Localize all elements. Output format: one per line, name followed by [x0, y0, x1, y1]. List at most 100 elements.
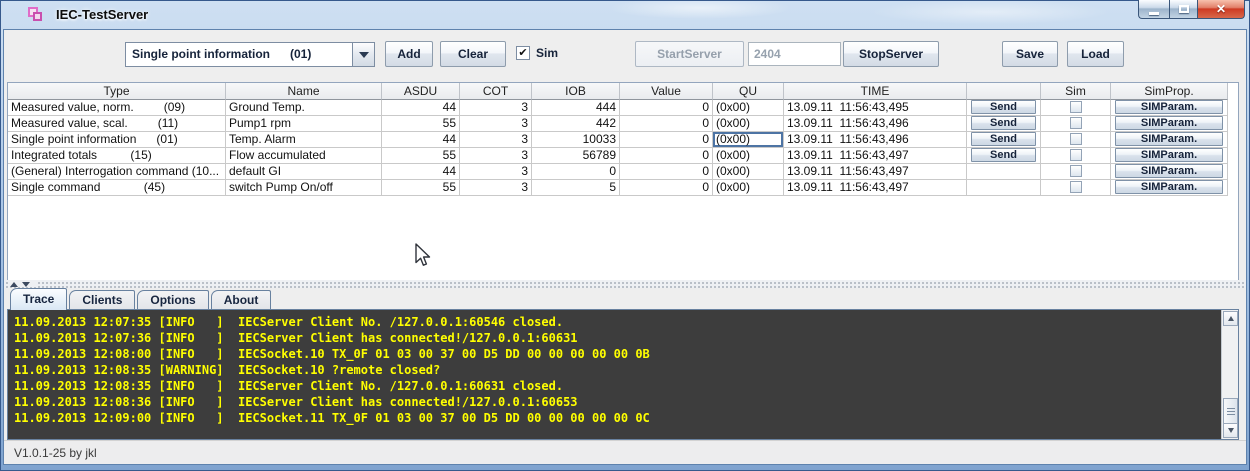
split-pane-divider[interactable] [4, 280, 1246, 288]
cell-time[interactable]: 13.09.11 11:56:43,497 [784, 148, 967, 164]
column-header-time[interactable]: TIME [784, 83, 967, 100]
simparam-button[interactable]: SIMParam. [1115, 116, 1223, 130]
cell-iob[interactable]: 442 [532, 116, 620, 132]
cell-time[interactable]: 13.09.11 11:56:43,496 [784, 132, 967, 148]
scroll-down-button[interactable] [1223, 423, 1238, 438]
save-button[interactable]: Save [1002, 41, 1058, 67]
cell-name[interactable]: Temp. Alarm [226, 132, 382, 148]
simparam-button[interactable]: SIMParam. [1115, 164, 1223, 178]
cell-iob[interactable]: 444 [532, 100, 620, 116]
minimize-button[interactable] [1138, 0, 1169, 19]
cell-cot[interactable]: 3 [460, 180, 532, 196]
cell-value[interactable]: 0 [620, 132, 713, 148]
collapse-down-icon[interactable] [22, 281, 30, 287]
cell-cot[interactable]: 3 [460, 164, 532, 180]
cell-asdu[interactable]: 44 [382, 164, 460, 180]
cell-sim[interactable] [1041, 164, 1111, 180]
collapse-up-icon[interactable] [10, 281, 18, 287]
cell-value[interactable]: 0 [620, 148, 713, 164]
cell-qu[interactable]: (0x00) [713, 132, 784, 148]
cell-type[interactable]: (General) Interrogation command (10... [8, 164, 226, 180]
cell-simprop[interactable]: SIMParam. [1111, 116, 1228, 132]
cell-type[interactable]: Integrated totals (15) [8, 148, 226, 164]
load-button[interactable]: Load [1067, 41, 1124, 67]
cell-sim[interactable] [1041, 116, 1111, 132]
cell-sim[interactable] [1041, 132, 1111, 148]
cell-cot[interactable]: 3 [460, 116, 532, 132]
cell-time[interactable]: 13.09.11 11:56:43,495 [784, 100, 967, 116]
cell-name[interactable]: switch Pump On/off [226, 180, 382, 196]
cell-send[interactable] [967, 164, 1041, 180]
cell-type[interactable]: Single command (45) [8, 180, 226, 196]
cell-value[interactable]: 0 [620, 116, 713, 132]
cell-send[interactable]: Send [967, 148, 1041, 164]
row-sim-checkbox[interactable] [1069, 149, 1082, 161]
clear-button[interactable]: Clear [440, 41, 506, 67]
scroll-up-button[interactable] [1223, 311, 1238, 326]
cell-sim[interactable] [1041, 148, 1111, 164]
maximize-button[interactable] [1169, 0, 1198, 19]
cell-iob[interactable]: 0 [532, 164, 620, 180]
column-header-name[interactable]: Name [226, 83, 382, 100]
cell-value[interactable]: 0 [620, 164, 713, 180]
column-header-type[interactable]: Type [8, 83, 226, 100]
type-select[interactable]: Single point information (01) [125, 42, 375, 67]
send-button[interactable]: Send [971, 132, 1036, 146]
cell-send[interactable]: Send [967, 116, 1041, 132]
add-button[interactable]: Add [385, 41, 433, 67]
cell-qu[interactable]: (0x00) [713, 180, 784, 196]
cell-iob[interactable]: 56789 [532, 148, 620, 164]
cell-sim[interactable] [1041, 100, 1111, 116]
tab-about[interactable]: About [210, 290, 272, 310]
type-select-dropdown-button[interactable] [352, 43, 374, 66]
cell-type[interactable]: Single point information (01) [8, 132, 226, 148]
cell-asdu[interactable]: 55 [382, 148, 460, 164]
column-header-sim[interactable]: Sim [1041, 83, 1111, 100]
cell-simprop[interactable]: SIMParam. [1111, 180, 1228, 196]
send-button[interactable]: Send [971, 148, 1036, 162]
cell-cot[interactable]: 3 [460, 148, 532, 164]
cell-time[interactable]: 13.09.11 11:56:43,497 [784, 180, 967, 196]
cell-type[interactable]: Measured value, scal. (11) [8, 116, 226, 132]
cell-name[interactable]: Pump1 rpm [226, 116, 382, 132]
cell-qu[interactable]: (0x00) [713, 116, 784, 132]
cell-qu[interactable]: (0x00) [713, 100, 784, 116]
log-scrollbar[interactable] [1221, 310, 1238, 439]
cell-time[interactable]: 13.09.11 11:56:43,497 [784, 164, 967, 180]
send-button[interactable]: Send [971, 116, 1036, 130]
row-sim-checkbox[interactable] [1069, 165, 1082, 177]
column-header-qu[interactable]: QU [713, 83, 784, 100]
cell-asdu[interactable]: 44 [382, 100, 460, 116]
cell-iob[interactable]: 10033 [532, 132, 620, 148]
cell-name[interactable]: default GI [226, 164, 382, 180]
column-header-value[interactable]: Value [620, 83, 713, 100]
cell-simprop[interactable]: SIMParam. [1111, 132, 1228, 148]
cell-send[interactable] [967, 180, 1041, 196]
column-header-cot[interactable]: COT [460, 83, 532, 100]
column-header-iob[interactable]: IOB [532, 83, 620, 100]
start-server-button[interactable]: StartServer [635, 41, 744, 67]
title-bar[interactable]: IEC-TestServer ✕ [0, 0, 1250, 30]
sim-checkbox[interactable]: ✔ [516, 46, 530, 60]
row-sim-checkbox[interactable] [1069, 181, 1082, 193]
simparam-button[interactable]: SIMParam. [1115, 132, 1223, 146]
cell-cot[interactable]: 3 [460, 132, 532, 148]
cell-cot[interactable]: 3 [460, 100, 532, 116]
cell-asdu[interactable]: 55 [382, 116, 460, 132]
cell-time[interactable]: 13.09.11 11:56:43,496 [784, 116, 967, 132]
cell-name[interactable]: Flow accumulated [226, 148, 382, 164]
cell-asdu[interactable]: 44 [382, 132, 460, 148]
cell-simprop[interactable]: SIMParam. [1111, 164, 1228, 180]
tab-trace[interactable]: Trace [10, 288, 68, 310]
cell-simprop[interactable]: SIMParam. [1111, 148, 1228, 164]
scrollbar-thumb[interactable] [1223, 398, 1238, 424]
cell-value[interactable]: 0 [620, 180, 713, 196]
row-sim-checkbox[interactable] [1069, 117, 1082, 129]
cell-qu[interactable]: (0x00) [713, 164, 784, 180]
cell-send[interactable]: Send [967, 132, 1041, 148]
close-button[interactable]: ✕ [1198, 0, 1245, 19]
simparam-button[interactable]: SIMParam. [1115, 100, 1223, 114]
cell-value[interactable]: 0 [620, 100, 713, 116]
column-header-simprop[interactable]: SimProp. [1111, 83, 1228, 100]
row-sim-checkbox[interactable] [1069, 133, 1082, 145]
